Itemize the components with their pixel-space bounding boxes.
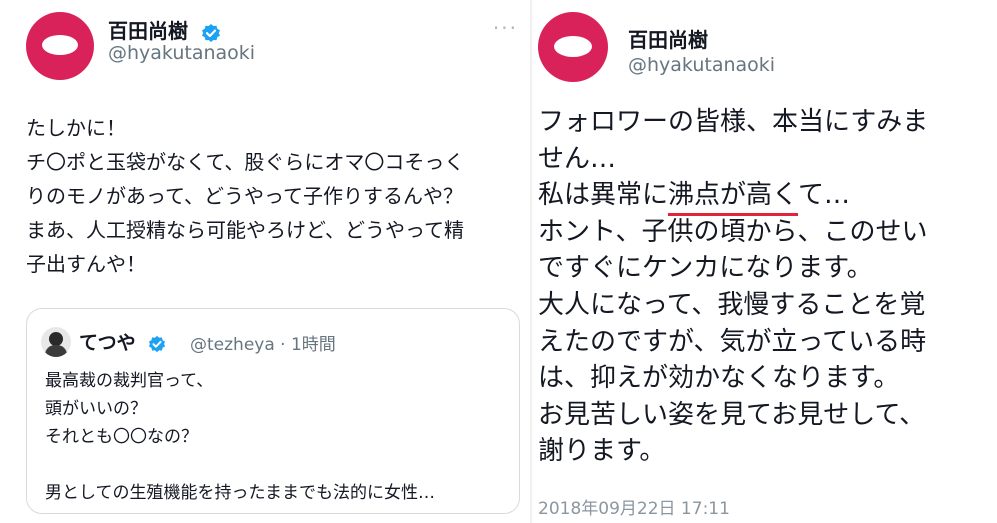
tweet-line: たしかに！ (26, 116, 126, 140)
verified-badge-icon (149, 335, 166, 352)
underlined-phrase: 沸点が高く (668, 177, 799, 216)
display-name-text: 百田尚樹 (108, 19, 188, 43)
quote-line: 男としての生殖機能を持ったままでも法的に女性… (45, 483, 435, 503)
tweet-line: 謝ります。 (538, 436, 666, 467)
tweet-line: は、抑えが効かなくなります。 (538, 363, 900, 394)
tweet-line: 子出すんや！ (26, 252, 146, 276)
display-name[interactable]: 百田尚樹 (628, 24, 708, 53)
tweet-line: せん… (538, 143, 617, 174)
tweet-line: ホント、子供の頃から、このせい (538, 216, 928, 247)
tweet-line-segment: て… (798, 180, 851, 211)
tweet-line: チ〇ポと玉袋がなくて、股ぐらにオマ〇コそっく (26, 150, 465, 174)
tweet-text: たしかに！ チ〇ポと玉袋がなくて、股ぐらにオマ〇コそっく りのモノがあって、どう… (26, 111, 464, 281)
quote-line: 最高裁の裁判官って、 (45, 371, 214, 391)
tweet-line: 大人になって、我慢することを覚 (538, 289, 926, 320)
tweet-line: 私は異常に沸点が高くて… (538, 177, 928, 216)
quote-line (45, 451, 435, 479)
tweet-line: お見苦しい姿を見てお見せして、 (538, 399, 926, 430)
quote-avatar (41, 327, 71, 357)
left-tweet-panel: 百田尚樹 @hyakutanaoki ··· たしかに！ チ〇ポと玉袋がなくて、… (0, 0, 532, 523)
quoted-tweet-card[interactable]: てつや @tezheya · 1時間 最高裁の裁判官って、 頭がいいの？ それと… (26, 308, 520, 514)
verified-badge-icon (201, 23, 220, 42)
more-options-icon[interactable]: ··· (493, 16, 518, 40)
right-tweet-panel: 百田尚樹 @hyakutanaoki フォロワーの皆様、本当にすみま せん… 私… (532, 0, 997, 523)
quote-handle-time: @tezheya · 1時間 (190, 335, 336, 355)
quote-line: それとも〇〇なの？ (45, 427, 198, 447)
avatar[interactable] (26, 12, 94, 80)
tweet-timestamp[interactable]: 2018年09月22日 17:11 (538, 494, 730, 519)
quote-text: 最高裁の裁判官って、 頭がいいの？ それとも〇〇なの？ 男としての生殖機能を持っ… (45, 367, 435, 507)
tweet-text: フォロワーの皆様、本当にすみま せん… 私は異常に沸点が高くて… ホント、子供の… (538, 104, 928, 470)
quote-display-name: てつや (79, 328, 166, 355)
avatar[interactable] (538, 12, 608, 82)
quote-display-name-text: てつや (79, 332, 136, 354)
user-handle[interactable]: @hyakutanaoki (628, 54, 775, 76)
tweet-line-segment: 私は異常に (538, 180, 669, 211)
tweet-line: ですぐにケンカになります。 (538, 253, 873, 284)
quote-line: 頭がいいの？ (45, 399, 147, 419)
display-name[interactable]: 百田尚樹 (108, 15, 221, 44)
tweet-line: フォロワーの皆様、本当にすみま (538, 107, 929, 137)
tweet-line: まあ、人工授精なら可能やろけど、どうやって精 (26, 218, 464, 242)
user-handle[interactable]: @hyakutanaoki (108, 42, 255, 64)
tweet-line: えたのですが、気が立っている時 (538, 326, 927, 357)
tweet-line: りのモノがあって、どうやって子作りするんや？ (26, 184, 463, 208)
